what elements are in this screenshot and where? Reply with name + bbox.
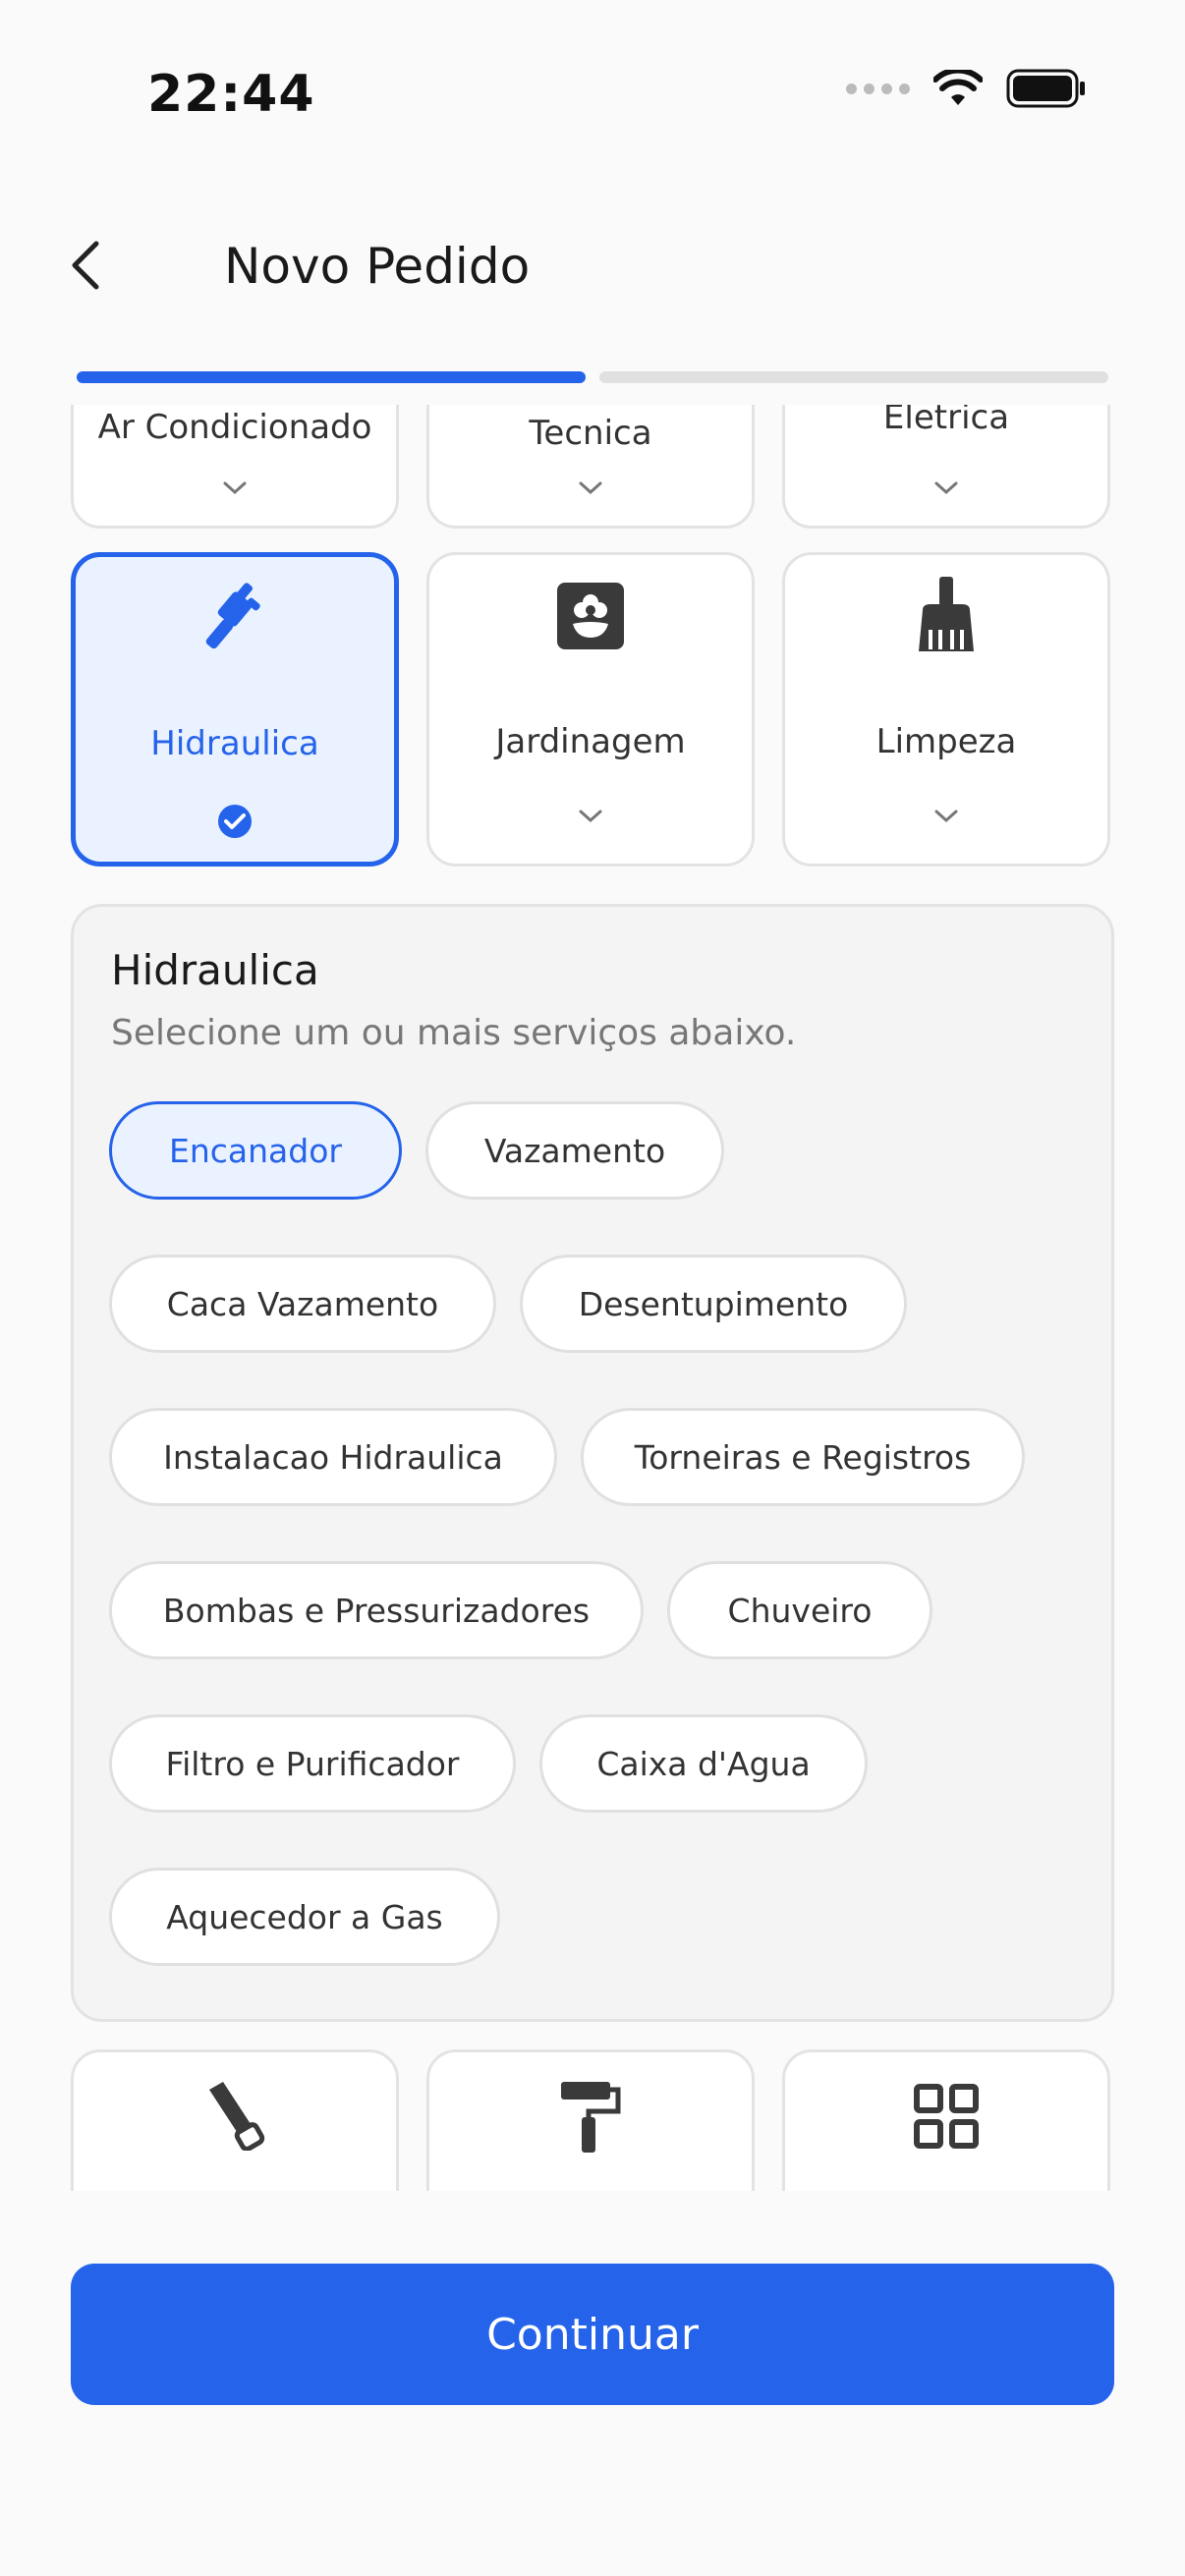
category-card-tecnica[interactable]: Tecnica	[426, 405, 755, 529]
wifi-icon	[933, 70, 983, 105]
category-label: Hidraulica	[150, 724, 319, 763]
service-chip-chuveiro[interactable]: Chuveiro	[667, 1561, 932, 1659]
content-scroll-area[interactable]: Ar Condicionado Tecnica Eletrica Hidraul…	[0, 405, 1185, 2191]
category-label: Limpeza	[875, 722, 1017, 761]
panel-subtitle: Selecione um ou mais serviços abaixo.	[111, 1013, 797, 1053]
services-panel: Hidraulica Selecione um ou mais serviços…	[71, 904, 1114, 2022]
saw-icon	[209, 2082, 265, 2151]
category-card-outros[interactable]	[782, 2049, 1110, 2191]
battery-icon	[1006, 69, 1085, 108]
category-card-hidraulica[interactable]: Hidraulica	[71, 552, 399, 867]
service-chip-caixa-dagua[interactable]: Caixa d'Agua	[539, 1714, 868, 1813]
category-label: Jardinagem	[495, 722, 686, 761]
category-card-eletrica[interactable]: Eletrica	[782, 405, 1110, 529]
category-label: Tecnica	[529, 414, 652, 453]
service-chip-encanador[interactable]: Encanador	[109, 1101, 402, 1200]
category-label: Ar Condicionado	[97, 408, 372, 447]
flower-icon	[557, 583, 624, 649]
category-card-pintura[interactable]	[426, 2049, 755, 2191]
service-chip-bombas-pressurizadores[interactable]: Bombas e Pressurizadores	[109, 1561, 644, 1659]
category-card-marcenaria[interactable]	[71, 2049, 399, 2191]
category-card-ar-condicionado[interactable]: Ar Condicionado	[71, 405, 399, 529]
status-time: 22:44	[147, 65, 315, 124]
service-chip-caca-vazamento[interactable]: Caca Vazamento	[109, 1255, 496, 1353]
continue-button[interactable]: Continuar	[71, 2264, 1114, 2405]
chevron-down-icon	[223, 481, 247, 495]
grid-icon	[914, 2084, 979, 2149]
chevron-down-icon	[579, 481, 602, 495]
back-arrow-icon[interactable]	[59, 236, 118, 295]
service-chip-desentupimento[interactable]: Desentupimento	[520, 1255, 907, 1353]
pipe-wrench-icon	[205, 583, 260, 649]
service-chip-instalacao-hidraulica[interactable]: Instalacao Hidraulica	[109, 1408, 557, 1506]
progress-step-2	[599, 371, 1108, 383]
category-label: Eletrica	[882, 405, 1010, 437]
broom-icon	[919, 577, 974, 651]
category-card-jardinagem[interactable]: Jardinagem	[426, 552, 755, 867]
panel-title: Hidraulica	[111, 946, 319, 994]
page-title: Novo Pedido	[224, 238, 531, 295]
check-circle-icon	[218, 805, 252, 838]
paint-roller-icon	[561, 2082, 621, 2153]
service-chip-aquecedor-gas[interactable]: Aquecedor a Gas	[109, 1868, 500, 1966]
progress-step-1	[77, 371, 586, 383]
service-chip-torneiras-registros[interactable]: Torneiras e Registros	[581, 1408, 1025, 1506]
chevron-down-icon	[579, 810, 602, 823]
category-card-limpeza[interactable]: Limpeza	[782, 552, 1110, 867]
status-icons	[846, 69, 1087, 108]
progress-bar	[77, 371, 1108, 383]
chevron-down-icon	[934, 481, 958, 495]
chevron-down-icon	[934, 810, 958, 823]
service-chip-vazamento[interactable]: Vazamento	[425, 1101, 724, 1200]
service-chip-filtro-purificador[interactable]: Filtro e Purificador	[109, 1714, 516, 1813]
signal-icon	[846, 83, 910, 94]
